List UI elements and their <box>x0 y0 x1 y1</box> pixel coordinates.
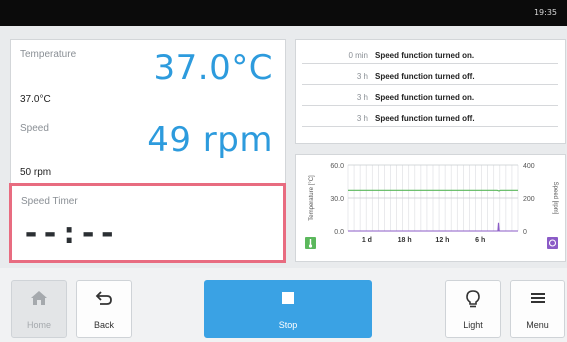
parameters-panel: Temperature 37.0°C 37.0°C Speed 49 rpm 5… <box>9 39 286 263</box>
stop-label: Stop <box>278 320 298 330</box>
log-time: 3 h <box>356 72 368 81</box>
workspace: Temperature 37.0°C 37.0°C Speed 49 rpm 5… <box>0 26 567 268</box>
speed-timer-value: --:-- <box>22 216 118 251</box>
history-chart-panel[interactable]: 60.0 30.0 0.0 400 200 0 1 d 18 h 12 h 6 h Temperat… <box>295 154 566 262</box>
status-bar: 19:35 <box>0 0 567 26</box>
y-axis-title: Temperature [°C] <box>309 175 315 221</box>
y-tick-label: 60.0 <box>330 163 344 170</box>
back-button[interactable]: Back <box>76 280 132 338</box>
lightbulb-icon <box>446 290 500 313</box>
temperature-setpoint[interactable]: 37.0°C <box>20 94 51 105</box>
x-tick-label: 6 h <box>475 237 485 244</box>
x-tick-label: 1 d <box>362 237 372 244</box>
log-time: 3 h <box>356 93 368 102</box>
speed-setpoint[interactable]: 50 rpm <box>20 167 51 178</box>
y-tick-label: 0.0 <box>334 229 344 236</box>
y2-tick-label: 0 <box>523 229 527 236</box>
speed-actual-value[interactable]: 49 rpm <box>147 120 273 160</box>
log-time: 3 h <box>356 114 368 123</box>
light-label: Light <box>463 320 483 330</box>
x-tick-label: 18 h <box>398 237 412 244</box>
menu-button[interactable]: Menu <box>510 280 565 338</box>
home-button[interactable]: Home <box>11 280 67 338</box>
home-icon <box>12 290 66 311</box>
log-row: 3 h Speed function turned on. <box>302 87 558 106</box>
speed-label: Speed <box>20 123 49 134</box>
log-row: 3 h Speed function turned off. <box>302 108 558 127</box>
back-arrow-icon <box>77 290 131 311</box>
history-chart: 60.0 30.0 0.0 400 200 0 1 d 18 h 12 h 6 h Temperat… <box>305 163 558 249</box>
back-label: Back <box>93 320 114 330</box>
speed-timer-tile[interactable]: Speed Timer --:-- <box>9 183 286 263</box>
y2-tick-label: 200 <box>523 196 535 203</box>
stop-button[interactable]: Stop <box>204 280 372 338</box>
log-message: Speed function turned off. <box>375 114 475 123</box>
log-message: Speed function turned on. <box>375 51 475 60</box>
bottom-toolbar: Home Back Stop Light Menu <box>0 268 567 342</box>
event-log-panel[interactable]: 0 min Speed function turned on. 3 h Spee… <box>295 39 566 144</box>
thermometer-icon-bulb <box>308 244 313 248</box>
log-message: Speed function turned off. <box>375 72 475 81</box>
stop-icon <box>205 290 371 311</box>
light-button[interactable]: Light <box>445 280 501 338</box>
log-row: 0 min Speed function turned on. <box>302 45 558 64</box>
y2-axis-title: Speed [rpm] <box>552 182 558 215</box>
temperature-label: Temperature <box>20 49 77 60</box>
menu-label: Menu <box>526 320 549 330</box>
clock: 19:35 <box>533 8 557 17</box>
x-tick-label: 12 h <box>435 237 449 244</box>
menu-icon <box>511 290 564 311</box>
home-label: Home <box>26 320 51 330</box>
log-message: Speed function turned on. <box>375 93 475 102</box>
speed-timer-label: Speed Timer <box>21 196 78 207</box>
y2-tick-label: 400 <box>523 163 535 170</box>
log-time: 0 min <box>348 51 368 60</box>
y-tick-label: 30.0 <box>330 196 344 203</box>
rotation-icon <box>547 237 558 249</box>
log-row: 3 h Speed function turned off. <box>302 66 558 85</box>
temperature-actual-value[interactable]: 37.0°C <box>154 48 273 88</box>
